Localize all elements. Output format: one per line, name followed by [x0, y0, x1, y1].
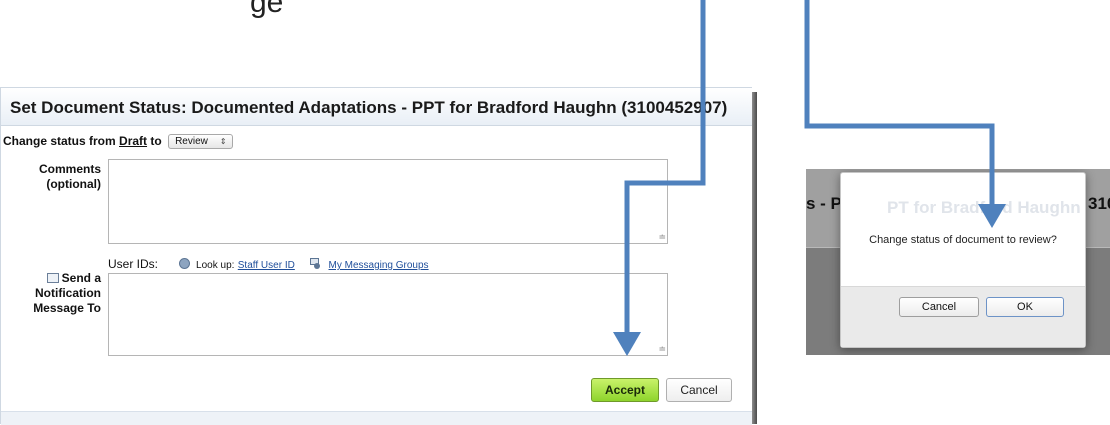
user-ids-row: User IDs: Look up: Staff User ID My Mess… — [108, 257, 429, 271]
confirm-message: Change status of document to review? — [869, 234, 1057, 246]
background-title-behind: PT for Bradford Haughn — [887, 198, 1081, 217]
confirm-dialog-screenshot: s - P 310 PT for Bradford Haughn Change … — [806, 169, 1110, 355]
status-select-value: Review — [175, 136, 208, 148]
resize-grip-icon[interactable]: ≐ — [658, 233, 666, 242]
status-select[interactable]: Review ⇕ — [168, 134, 233, 150]
lookup-label: Look up: — [196, 260, 235, 271]
lookup-icon — [178, 258, 190, 269]
staff-user-id-link[interactable]: Staff User ID — [238, 260, 295, 271]
notify-label-line2: Notification — [35, 286, 101, 300]
user-ids-label: User IDs: — [108, 257, 159, 271]
my-messaging-groups-link[interactable]: My Messaging Groups — [329, 260, 429, 271]
comments-textarea[interactable]: ≐ — [108, 159, 668, 244]
current-status-draft: Draft — [119, 134, 148, 148]
resize-grip-icon[interactable]: ≐ — [658, 345, 666, 354]
comments-label: Comments (optional) — [31, 162, 101, 192]
compose-message-icon — [46, 273, 59, 283]
comments-label-line1: Comments — [38, 162, 101, 176]
notification-label: Send a Notification Message To — [21, 271, 101, 316]
accept-button[interactable]: Accept — [591, 378, 659, 402]
confirm-dialog: PT for Bradford Haughn Change status of … — [840, 172, 1086, 348]
notify-label-line1: Send a — [61, 271, 101, 285]
background-title-right: 310 — [1088, 194, 1110, 213]
cancel-button[interactable]: Cancel — [666, 378, 732, 402]
confirm-ok-button[interactable]: OK — [986, 297, 1064, 317]
messaging-groups-icon — [310, 258, 322, 269]
dialog-title: Set Document Status: Documented Adaptati… — [1, 88, 752, 126]
status-prefix-label: Change status from — [3, 134, 116, 148]
select-arrows-icon: ⇕ — [219, 137, 227, 147]
dialog-footer-bar — [1, 411, 752, 425]
partial-caption-text: ge — [250, 0, 284, 19]
comments-label-line2: (optional) — [46, 177, 101, 191]
notification-recipients-textarea[interactable]: ≐ — [108, 273, 668, 356]
status-to-label: to — [150, 134, 162, 148]
background-title-left: s - P — [806, 194, 842, 213]
notify-label-line3: Message To — [33, 301, 101, 315]
status-change-row: Change status from Draft to Review ⇕ — [3, 134, 233, 150]
set-document-status-dialog: Set Document Status: Documented Adaptati… — [0, 87, 752, 425]
confirm-cancel-button[interactable]: Cancel — [899, 297, 979, 317]
